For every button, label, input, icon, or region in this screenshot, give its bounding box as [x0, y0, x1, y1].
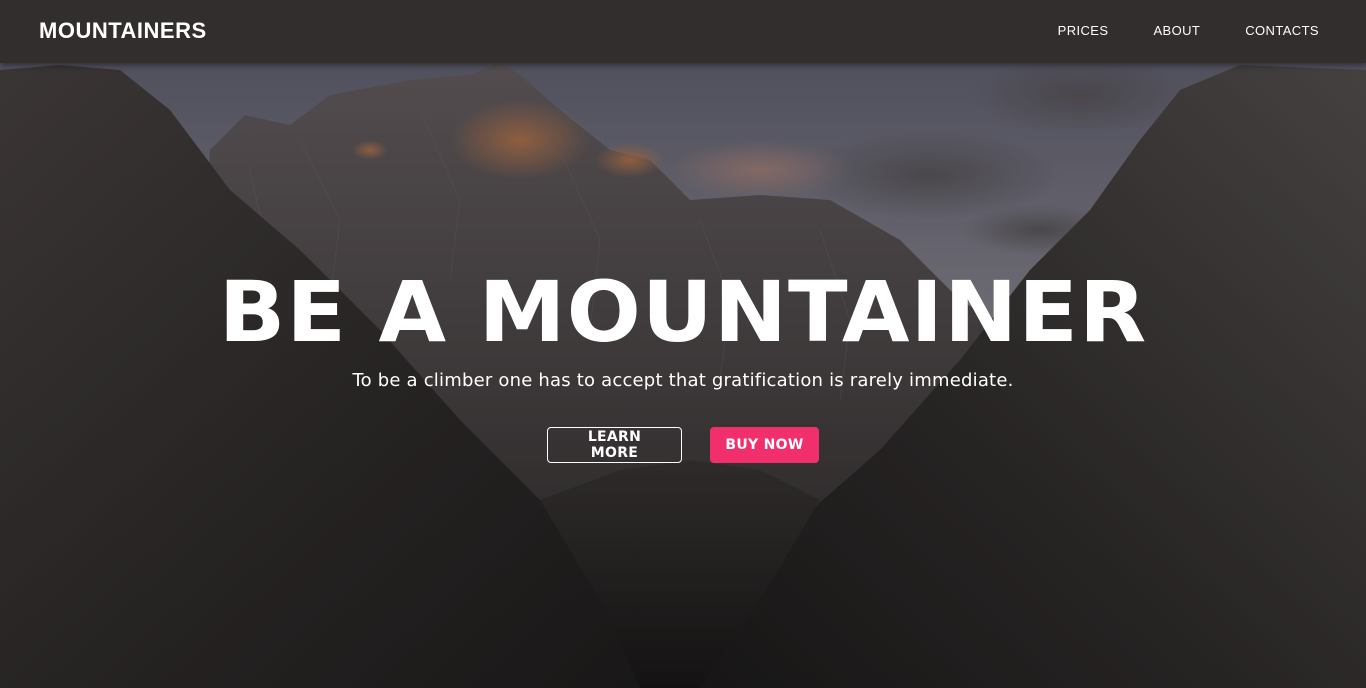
landing-page: MOUNTAINERS PRICES ABOUT CONTACTS BE A M… — [0, 0, 1366, 688]
hero-section: BE A MOUNTAINER To be a climber one has … — [0, 262, 1366, 463]
buy-now-button[interactable]: BUY NOW — [710, 427, 819, 463]
nav-link-prices[interactable]: PRICES — [1058, 23, 1109, 38]
hero-subtitle: To be a climber one has to accept that g… — [352, 370, 1014, 391]
hero-title: BE A MOUNTAINER — [218, 263, 1148, 361]
cta-button-group: LEARN MORE BUY NOW — [0, 427, 1366, 463]
nav-links: PRICES ABOUT CONTACTS — [1013, 23, 1319, 38]
nav-link-contacts[interactable]: CONTACTS — [1245, 23, 1319, 38]
nav-link-about[interactable]: ABOUT — [1153, 23, 1200, 38]
top-navbar: MOUNTAINERS PRICES ABOUT CONTACTS — [0, 0, 1366, 63]
brand-logo[interactable]: MOUNTAINERS — [39, 18, 207, 44]
learn-more-button[interactable]: LEARN MORE — [547, 427, 682, 463]
